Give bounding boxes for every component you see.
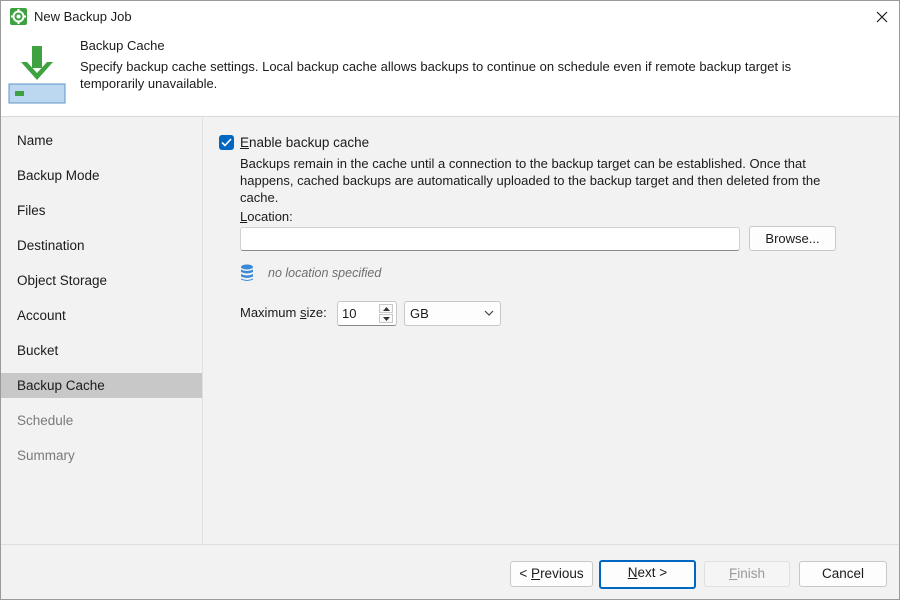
enable-cache-label[interactable]: Enable backup cache bbox=[240, 135, 369, 150]
title-bar: New Backup Job bbox=[1, 1, 899, 32]
cache-explanation: Backups remain in the cache until a conn… bbox=[240, 156, 821, 205]
step-files[interactable]: Files bbox=[1, 198, 202, 223]
step-object-storage[interactable]: Object Storage bbox=[1, 268, 202, 293]
backup-download-icon bbox=[7, 42, 67, 106]
backup-cache-panel: Enable backup cache Backups remain in th… bbox=[204, 118, 899, 544]
finish-button: Finish bbox=[704, 561, 790, 587]
checkmark-icon bbox=[221, 138, 232, 147]
browse-button[interactable]: Browse... bbox=[749, 226, 836, 251]
location-label: Location: bbox=[240, 209, 293, 224]
caret-down-icon bbox=[382, 316, 390, 321]
wizard-steps-sidebar: Name Backup Mode Files Destination Objec… bbox=[1, 118, 203, 544]
next-button[interactable]: Next > bbox=[599, 560, 696, 589]
wizard-window: New Backup Job Backup Cache Specify back… bbox=[0, 0, 900, 600]
location-status: no location specified bbox=[268, 266, 382, 280]
step-title: Backup Cache bbox=[80, 38, 165, 53]
step-schedule: Schedule bbox=[17, 413, 74, 428]
cancel-button[interactable]: Cancel bbox=[799, 561, 887, 587]
wizard-footer: < Previous Next > Finish Cancel bbox=[1, 544, 899, 599]
step-backup-mode[interactable]: Backup Mode bbox=[1, 163, 202, 188]
max-size-value[interactable]: 10 bbox=[342, 306, 356, 321]
max-size-label: Maximum size: bbox=[240, 305, 327, 320]
close-button[interactable] bbox=[865, 1, 899, 32]
window-title: New Backup Job bbox=[34, 9, 132, 24]
step-description: Specify backup cache settings. Local bac… bbox=[80, 59, 792, 91]
step-name[interactable]: Name bbox=[1, 128, 202, 153]
location-input[interactable] bbox=[240, 227, 740, 251]
stepper-down-button[interactable] bbox=[379, 314, 393, 323]
stepper-up-button[interactable] bbox=[379, 304, 393, 313]
database-icon bbox=[240, 264, 254, 282]
close-icon bbox=[876, 11, 888, 22]
step-destination[interactable]: Destination bbox=[1, 233, 202, 258]
previous-button[interactable]: < Previous bbox=[510, 561, 593, 587]
step-bucket[interactable]: Bucket bbox=[1, 338, 202, 363]
step-account[interactable]: Account bbox=[1, 303, 202, 328]
size-unit-value: GB bbox=[410, 306, 429, 321]
step-header: Backup Cache Specify backup cache settin… bbox=[1, 32, 899, 117]
chevron-down-icon bbox=[484, 310, 494, 316]
size-unit-dropdown[interactable]: GB bbox=[404, 301, 501, 326]
step-backup-cache[interactable]: Backup Cache bbox=[1, 373, 202, 398]
stepper-buttons bbox=[379, 304, 393, 323]
max-size-stepper[interactable]: 10 bbox=[337, 301, 397, 326]
caret-up-icon bbox=[382, 306, 390, 311]
step-summary: Summary bbox=[17, 448, 75, 463]
app-gear-icon bbox=[10, 8, 27, 25]
enable-cache-checkbox[interactable] bbox=[219, 135, 234, 150]
